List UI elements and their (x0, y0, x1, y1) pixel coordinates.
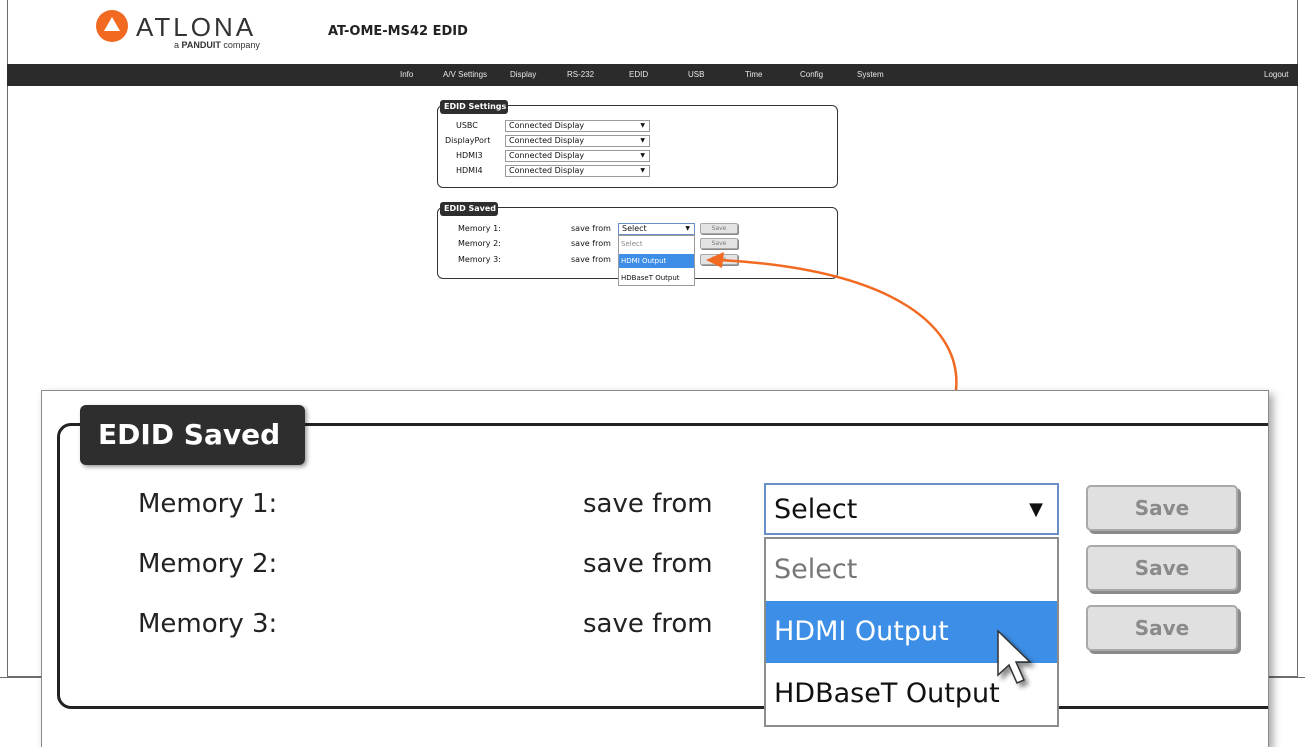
logo-subtitle: a PANDUIT company (174, 40, 260, 50)
nav-item-usb[interactable]: USB (688, 70, 704, 79)
memory-3-label: Memory 3: (458, 255, 501, 264)
hdmi4-label: HDMI4 (456, 166, 483, 175)
dropdown-option-hdbaset-output[interactable]: HDBaseT Output (619, 271, 694, 285)
logo-sub-prefix: a (174, 40, 180, 50)
zoomed-memory-3-save-button[interactable]: Save (1086, 605, 1238, 651)
caret-down-icon: ▼ (640, 167, 645, 174)
memory-2-label: Memory 2: (458, 239, 501, 248)
hdmi3-edid-select[interactable]: Connected Display ▼ (505, 150, 650, 162)
memory-1-source-select[interactable]: Select ▼ (618, 223, 695, 235)
edid-settings-legend: EDID Settings (440, 100, 508, 114)
nav-item-display[interactable]: Display (510, 70, 536, 79)
memory-1-label: Memory 1: (458, 224, 501, 233)
dropdown-option-hdmi-output[interactable]: HDMI Output (619, 254, 694, 268)
zoomed-memory-2-label: Memory 2: (138, 549, 278, 579)
nav-item-config[interactable]: Config (800, 70, 823, 79)
memory-1-source-dropdown: Select HDMI Output HDBaseT Output (618, 235, 695, 286)
zoomed-memory-3-label: Memory 3: (138, 609, 278, 639)
caret-down-icon: ▼ (640, 137, 645, 144)
zoomed-edid-saved-legend: EDID Saved (80, 405, 305, 465)
memory-3-save-from: save from (571, 255, 611, 264)
zoomed-edid-saved-panel: EDID Saved Memory 1: save from Memory 2:… (41, 390, 1269, 747)
usbc-label: USBC (456, 121, 478, 130)
hdmi3-label: HDMI3 (456, 151, 483, 160)
nav-item-system[interactable]: System (857, 70, 884, 79)
displayport-label: DisplayPort (445, 136, 491, 145)
zoomed-memory-2-save-from: save from (583, 549, 713, 579)
page-title: AT-OME-MS42 EDID (328, 24, 468, 39)
zoomed-memory-1-source-select[interactable]: Select ▼ (764, 483, 1059, 535)
nav-item-av-settings[interactable]: A/V Settings (443, 70, 487, 79)
hdmi3-edid-value: Connected Display (509, 151, 585, 160)
atlona-logo-icon (96, 10, 128, 42)
caret-down-icon: ▼ (640, 152, 645, 159)
logout-link[interactable]: Logout (1264, 70, 1288, 79)
edid-saved-legend: EDID Saved (440, 202, 498, 216)
zoomed-memory-1-save-button[interactable]: Save (1086, 485, 1238, 531)
nav-bar: Info A/V Settings Display RS-232 EDID US… (7, 64, 1298, 86)
zoomed-memory-3-save-from: save from (583, 609, 713, 639)
displayport-edid-select[interactable]: Connected Display ▼ (505, 135, 650, 147)
usbc-edid-select[interactable]: Connected Display ▼ (505, 120, 650, 132)
caret-down-icon: ▼ (640, 122, 645, 129)
nav-item-rs232[interactable]: RS-232 (567, 70, 594, 79)
zoomed-memory-1-source-value: Select (774, 494, 858, 525)
hdmi4-edid-select[interactable]: Connected Display ▼ (505, 165, 650, 177)
memory-2-save-button[interactable]: Save (700, 238, 738, 249)
zoomed-memory-1-label: Memory 1: (138, 489, 278, 519)
nav-item-time[interactable]: Time (745, 70, 762, 79)
zoomed-dropdown-option-select[interactable]: Select (766, 539, 1057, 601)
memory-1-save-button[interactable]: Save (700, 223, 738, 234)
zoomed-memory-2-save-button[interactable]: Save (1086, 545, 1238, 591)
memory-2-save-from: save from (571, 239, 611, 248)
nav-item-edid[interactable]: EDID (629, 70, 648, 79)
logo-text: ATLONA (136, 12, 257, 42)
mouse-pointer-icon (997, 629, 1032, 684)
caret-down-icon: ▼ (1029, 499, 1043, 520)
caret-down-icon: ▼ (685, 225, 690, 232)
dropdown-option-select[interactable]: Select (619, 237, 694, 251)
displayport-edid-value: Connected Display (509, 136, 585, 145)
memory-1-source-value: Select (622, 224, 647, 233)
memory-3-save-button[interactable]: Save (700, 254, 738, 265)
hdmi4-edid-value: Connected Display (509, 166, 585, 175)
atlona-logo: ATLONA a PANDUIT company (96, 10, 276, 50)
logo-sub-brand: PANDUIT (181, 40, 221, 50)
zoomed-memory-1-save-from: save from (583, 489, 713, 519)
memory-1-save-from: save from (571, 224, 611, 233)
logo-sub-suffix: company (223, 40, 260, 50)
nav-item-info[interactable]: Info (400, 70, 413, 79)
usbc-edid-value: Connected Display (509, 121, 585, 130)
